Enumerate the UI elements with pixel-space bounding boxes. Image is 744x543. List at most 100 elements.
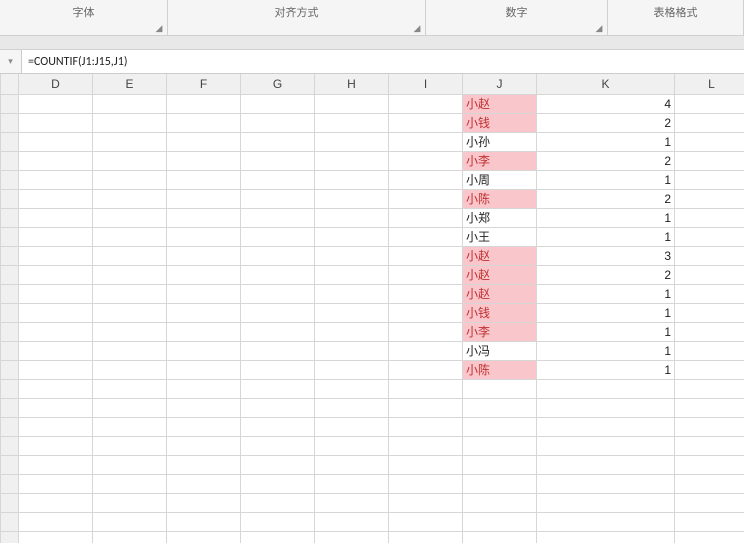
cell[interactable] xyxy=(167,417,241,436)
cell[interactable] xyxy=(241,531,315,543)
row-header[interactable] xyxy=(1,189,19,208)
cell[interactable]: 小王 xyxy=(463,227,537,246)
cell[interactable] xyxy=(675,151,744,170)
cell[interactable] xyxy=(315,189,389,208)
column-header[interactable]: K xyxy=(537,74,675,94)
cell[interactable] xyxy=(537,379,675,398)
cell[interactable] xyxy=(19,227,93,246)
cell[interactable] xyxy=(167,303,241,322)
cell[interactable]: 1 xyxy=(537,360,675,379)
cell[interactable] xyxy=(167,151,241,170)
cell[interactable] xyxy=(19,246,93,265)
cell[interactable] xyxy=(93,379,167,398)
row-header[interactable] xyxy=(1,227,19,246)
cell[interactable] xyxy=(241,132,315,151)
cell[interactable]: 2 xyxy=(537,151,675,170)
cell[interactable] xyxy=(675,246,744,265)
dialog-launcher-icon[interactable]: ◢ xyxy=(594,23,604,33)
cell[interactable] xyxy=(315,512,389,531)
row-header[interactable] xyxy=(1,113,19,132)
cell[interactable] xyxy=(241,455,315,474)
cell[interactable] xyxy=(93,265,167,284)
cell[interactable] xyxy=(241,227,315,246)
column-header[interactable]: G xyxy=(241,74,315,94)
cell[interactable] xyxy=(19,379,93,398)
cell[interactable] xyxy=(389,398,463,417)
cell[interactable] xyxy=(315,379,389,398)
cell[interactable] xyxy=(675,132,744,151)
cell[interactable] xyxy=(675,398,744,417)
cell[interactable]: 1 xyxy=(537,341,675,360)
cell[interactable]: 小陈 xyxy=(463,360,537,379)
cell[interactable] xyxy=(19,531,93,543)
cell[interactable] xyxy=(389,265,463,284)
row-header[interactable] xyxy=(1,246,19,265)
cell[interactable] xyxy=(463,493,537,512)
cell[interactable] xyxy=(389,341,463,360)
cell[interactable] xyxy=(19,455,93,474)
row-header[interactable] xyxy=(1,512,19,531)
cell[interactable] xyxy=(463,417,537,436)
cell[interactable] xyxy=(389,170,463,189)
cell[interactable] xyxy=(167,265,241,284)
dialog-launcher-icon[interactable]: ◢ xyxy=(412,23,422,33)
cell[interactable]: 小赵 xyxy=(463,246,537,265)
cell[interactable] xyxy=(389,436,463,455)
dialog-launcher-icon[interactable]: ◢ xyxy=(154,23,164,33)
cell[interactable] xyxy=(315,265,389,284)
cell[interactable]: 小钱 xyxy=(463,303,537,322)
cell[interactable] xyxy=(675,94,744,113)
cell[interactable]: 2 xyxy=(537,265,675,284)
cell[interactable] xyxy=(389,474,463,493)
cell[interactable] xyxy=(19,360,93,379)
cell[interactable] xyxy=(241,170,315,189)
row-header[interactable] xyxy=(1,208,19,227)
cell[interactable] xyxy=(167,436,241,455)
cell[interactable] xyxy=(389,512,463,531)
row-header[interactable] xyxy=(1,493,19,512)
cell[interactable] xyxy=(167,322,241,341)
cell[interactable]: 小赵 xyxy=(463,265,537,284)
cell[interactable] xyxy=(167,341,241,360)
cell[interactable] xyxy=(389,379,463,398)
cell[interactable] xyxy=(389,227,463,246)
cell[interactable] xyxy=(93,284,167,303)
cell[interactable] xyxy=(167,113,241,132)
cell[interactable]: 小孙 xyxy=(463,132,537,151)
cell[interactable] xyxy=(389,208,463,227)
row-header[interactable] xyxy=(1,170,19,189)
row-header[interactable] xyxy=(1,132,19,151)
cell[interactable] xyxy=(241,284,315,303)
cell[interactable] xyxy=(675,322,744,341)
row-header[interactable] xyxy=(1,265,19,284)
cell[interactable] xyxy=(93,113,167,132)
row-header[interactable] xyxy=(1,360,19,379)
cell[interactable] xyxy=(93,436,167,455)
cell[interactable] xyxy=(315,360,389,379)
cell[interactable] xyxy=(675,531,744,543)
cell[interactable] xyxy=(241,417,315,436)
cell[interactable] xyxy=(19,436,93,455)
cell[interactable] xyxy=(675,360,744,379)
cell[interactable] xyxy=(537,455,675,474)
cell[interactable] xyxy=(389,189,463,208)
cell[interactable] xyxy=(93,341,167,360)
cell[interactable] xyxy=(315,474,389,493)
cell[interactable] xyxy=(315,303,389,322)
row-header[interactable] xyxy=(1,151,19,170)
cell[interactable] xyxy=(675,379,744,398)
cell[interactable] xyxy=(389,246,463,265)
cell[interactable] xyxy=(241,151,315,170)
cell[interactable]: 2 xyxy=(537,189,675,208)
cell[interactable] xyxy=(241,512,315,531)
cell[interactable] xyxy=(675,265,744,284)
cell[interactable] xyxy=(315,94,389,113)
cell[interactable]: 1 xyxy=(537,284,675,303)
cell[interactable] xyxy=(167,379,241,398)
cell[interactable] xyxy=(315,341,389,360)
row-header[interactable] xyxy=(1,436,19,455)
cell[interactable] xyxy=(537,436,675,455)
cell[interactable] xyxy=(19,132,93,151)
spreadsheet-grid[interactable]: DEFGHIJKL 小赵4小钱2小孙1小李2小周1小陈2小郑1小王1小赵3小赵2… xyxy=(0,74,744,543)
cell[interactable] xyxy=(315,246,389,265)
